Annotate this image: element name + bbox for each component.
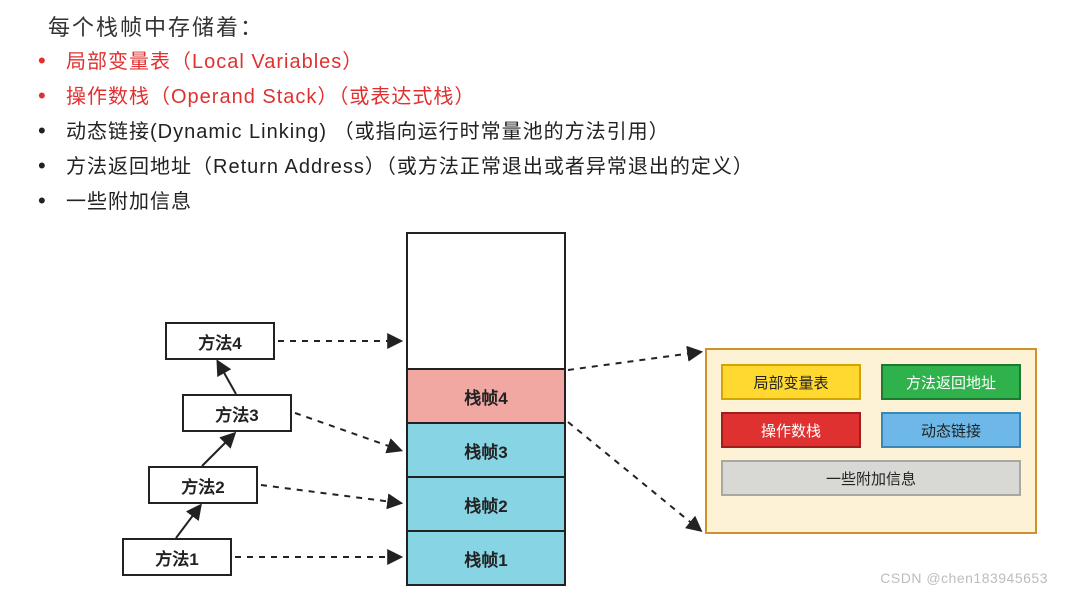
panel-operand-stack: 操作数栈 (721, 412, 861, 448)
stack-frame-1: 栈帧1 (408, 530, 564, 584)
diagram-area: 方法4 方法3 方法2 方法1 栈帧4 栈帧3 栈帧2 栈帧1 局部变量表 方法… (0, 0, 1068, 598)
method-box-4: 方法4 (165, 322, 275, 360)
dashed-f4-panel-bottom (568, 422, 700, 530)
dashed-m3-f3 (295, 413, 400, 450)
arrow-m2-m3 (202, 434, 234, 466)
arrow-m1-m2 (176, 506, 200, 538)
panel-local-vars: 局部变量表 (721, 364, 861, 400)
arrow-m3-m4 (218, 362, 236, 394)
frame-contents-panel: 局部变量表 方法返回地址 操作数栈 动态链接 一些附加信息 (705, 348, 1037, 534)
panel-return-addr: 方法返回地址 (881, 364, 1021, 400)
dashed-f4-panel-top (568, 352, 700, 370)
method-box-3: 方法3 (182, 394, 292, 432)
panel-extra: 一些附加信息 (721, 460, 1021, 496)
stack-box: 栈帧4 栈帧3 栈帧2 栈帧1 (406, 232, 566, 586)
stack-frame-3: 栈帧3 (408, 422, 564, 476)
stack-frame-4: 栈帧4 (408, 368, 564, 422)
panel-dynamic-link: 动态链接 (881, 412, 1021, 448)
stack-frame-2: 栈帧2 (408, 476, 564, 530)
dashed-m2-f2 (261, 485, 400, 503)
watermark: CSDN @chen183945653 (880, 570, 1048, 586)
method-box-1: 方法1 (122, 538, 232, 576)
method-box-2: 方法2 (148, 466, 258, 504)
